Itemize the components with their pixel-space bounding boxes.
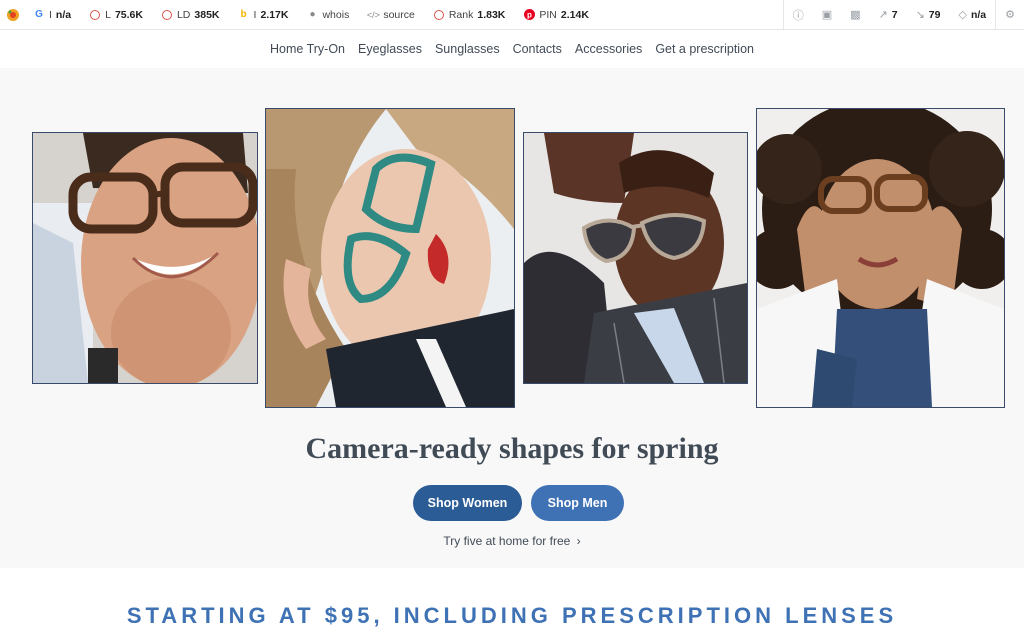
main-nav: Home Try-On Eyeglasses Sunglasses Contac… (0, 30, 1024, 68)
seo-label: LD (176, 8, 191, 21)
try-at-home-link[interactable]: Try five at home for free › (0, 534, 1024, 548)
bing-icon: b (240, 9, 247, 20)
code-icon: </> (366, 9, 380, 20)
shop-women-button[interactable]: Shop Women (413, 485, 522, 521)
seo-item-linking-domains[interactable]: LD 385K (152, 0, 229, 30)
info-button[interactable]: ⓘ (784, 0, 813, 30)
nav-sunglasses[interactable]: Sunglasses (435, 42, 500, 56)
seo-value: n/a (55, 8, 72, 21)
hero-photo-man-sunglasses[interactable] (523, 132, 748, 384)
gear-icon: ⚙ (1005, 9, 1015, 21)
seo-label: Rank (448, 8, 474, 21)
internal-links-button[interactable]: ↘ 79 (907, 0, 950, 30)
seo-label: I (253, 8, 257, 21)
density-button[interactable]: ▣ (813, 0, 841, 30)
nav-eyeglasses[interactable]: Eyeglasses (358, 42, 422, 56)
settings-button[interactable]: ⚙ (996, 0, 1024, 30)
external-links-count: 7 (891, 8, 898, 21)
seo-item-bing-index[interactable]: b I 2.17K (229, 0, 298, 30)
external-link-icon: ↗ (878, 9, 888, 21)
seo-item-whois[interactable]: ● whois (297, 0, 358, 30)
hero-headline: Camera-ready shapes for spring (305, 432, 719, 465)
report-button[interactable]: ▩ (841, 0, 869, 30)
seoquake-logo-icon[interactable] (2, 0, 24, 30)
seo-value: 1.83K (477, 8, 506, 21)
info-icon: ⓘ (792, 9, 804, 22)
hero-section: Camera-ready shapes for spring Shop Wome… (0, 68, 1024, 568)
seo-toolbar-right: ⓘ ▣ ▩ ↗ 7 ↘ 79 ◇ n/a ⚙ (782, 0, 1024, 30)
seo-label: L (105, 8, 111, 21)
pinterest-icon: p (523, 9, 535, 21)
internal-links-count: 79 (928, 8, 941, 21)
seo-item-pinterest[interactable]: p PIN 2.14K (514, 0, 598, 30)
seo-value: 2.17K (260, 8, 289, 21)
seo-toolbar: G I n/a L 75.6K LD 385K b I 2.17K ● whoi… (0, 0, 1024, 30)
chevron-right-icon: › (576, 534, 581, 548)
diamond-button[interactable]: ◇ n/a (949, 0, 995, 30)
seo-item-rank[interactable]: Rank 1.83K (424, 0, 515, 30)
seo-value: 385K (194, 8, 220, 21)
internal-link-icon: ↘ (915, 9, 925, 21)
pricing-banner: STARTING AT $95, INCLUDING PRESCRIPTION … (126, 603, 898, 628)
hero-photo-woman-curly-hair[interactable] (756, 108, 1005, 408)
svg-text:p: p (527, 11, 532, 20)
seo-item-google-index[interactable]: G I n/a (24, 0, 80, 30)
chart-icon: ▩ (850, 9, 861, 21)
nav-get-prescription[interactable]: Get a prescription (655, 42, 754, 56)
circle-icon (161, 9, 173, 21)
seo-item-links[interactable]: L 75.6K (80, 0, 152, 30)
seo-label: source (383, 8, 415, 21)
diamond-value: n/a (970, 8, 987, 21)
seo-label: I (49, 8, 52, 21)
seo-label: PIN (539, 8, 557, 21)
seo-label: whois (322, 8, 350, 21)
user-icon: ● (309, 9, 316, 20)
hero-photo-man-tortoise-glasses[interactable] (32, 132, 258, 384)
nav-accessories[interactable]: Accessories (575, 42, 642, 56)
circle-icon (433, 9, 445, 21)
diamond-icon: ◇ (958, 9, 967, 21)
nav-home-try-on[interactable]: Home Try-On (270, 42, 345, 56)
seo-value: 2.14K (560, 8, 589, 21)
try-at-home-label: Try five at home for free (443, 534, 571, 548)
external-links-button[interactable]: ↗ 7 (870, 0, 907, 30)
hero-photo-woman-green-glasses[interactable] (265, 108, 515, 408)
google-icon: G (35, 9, 43, 20)
circle-icon (89, 9, 101, 21)
seo-item-source[interactable]: </> source (358, 0, 424, 30)
monitor-icon: ▣ (821, 9, 833, 21)
seo-value: 75.6K (114, 8, 143, 21)
nav-contacts[interactable]: Contacts (513, 42, 562, 56)
shop-men-button[interactable]: Shop Men (531, 485, 624, 521)
